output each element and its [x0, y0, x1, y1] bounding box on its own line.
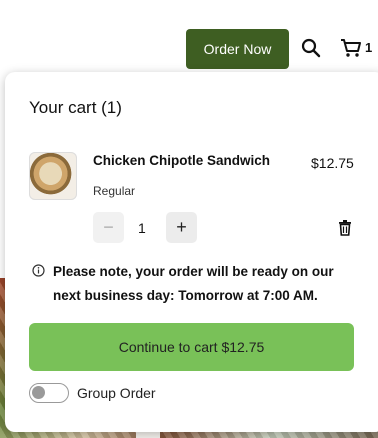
item-price: $12.75: [311, 155, 354, 171]
group-order-toggle[interactable]: [29, 383, 69, 403]
search-icon[interactable]: [300, 37, 322, 59]
item-name: Chicken Chipotle Sandwich: [93, 153, 271, 168]
item-quantity: 1: [138, 220, 146, 236]
item-variant: Regular: [93, 184, 136, 198]
item-thumbnail: [29, 152, 77, 200]
cart-icon[interactable]: [339, 37, 363, 59]
order-now-button[interactable]: Order Now: [186, 29, 289, 69]
cart-count-badge: 1: [365, 40, 373, 55]
decrease-quantity-button[interactable]: −: [93, 212, 124, 243]
cart-title: Your cart (1): [29, 98, 122, 117]
continue-to-cart-button[interactable]: Continue to cart $12.75: [29, 323, 354, 371]
toggle-knob: [32, 386, 45, 399]
group-order-label: Group Order: [77, 385, 156, 401]
increase-quantity-button[interactable]: +: [166, 212, 197, 243]
trash-icon[interactable]: [338, 220, 352, 236]
order-notice: Please note, your order will be ready on…: [53, 264, 334, 303]
cart-popup: Your cart (1) Chicken Chipotle Sandwich …: [5, 72, 378, 432]
info-icon: [32, 264, 45, 277]
